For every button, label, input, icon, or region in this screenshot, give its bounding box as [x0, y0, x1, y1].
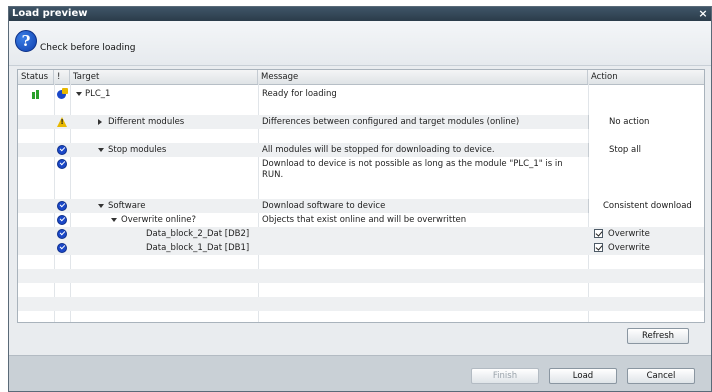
table-header: Status ! Target Message Action: [18, 70, 704, 85]
overwrite-checkbox[interactable]: [594, 229, 603, 238]
status-online-icon: [32, 89, 42, 99]
message-text: Objects that exist online and will be ov…: [262, 215, 467, 225]
table-row-overwrite-online[interactable]: Overwrite online? Objects that exist onl…: [18, 213, 704, 227]
table-row-software[interactable]: Software Download software to device Con…: [18, 199, 704, 213]
table-row-empty: [18, 185, 704, 199]
ok-check-icon: [57, 229, 67, 239]
table-row-db2[interactable]: Data_block_2_Dat [DB2] Overwrite: [18, 227, 704, 241]
table-row-stop-modules[interactable]: Stop modules All modules will be stopped…: [18, 143, 704, 157]
ok-check-icon: [57, 215, 67, 225]
table-row-run-notice[interactable]: Download to device is not possible as lo…: [18, 157, 704, 185]
dialog-footer: Finish Load Cancel: [9, 355, 711, 391]
table-row-empty: [18, 269, 704, 283]
target-label: Data_block_2_Dat [DB2]: [146, 229, 250, 239]
ok-check-icon: [57, 145, 67, 155]
warning-icon: [57, 117, 67, 127]
action-dropdown[interactable]: Consistent download: [588, 199, 704, 213]
load-preview-table: Status ! Target Message Action PLC_1 Rea…: [17, 69, 705, 323]
expand-icon[interactable]: [98, 119, 102, 125]
column-header-target[interactable]: Target: [70, 70, 258, 84]
message-text: Download to device is not possible as lo…: [262, 159, 563, 180]
table-row-db1[interactable]: Data_block_1_Dat [DB1] Overwrite: [18, 241, 704, 255]
target-label: Data_block_1_Dat [DB1]: [146, 243, 250, 253]
action-dropdown[interactable]: No action: [588, 115, 704, 129]
load-preview-dialog: Load preview × ? Check before loading St…: [8, 6, 712, 392]
table-row-empty: [18, 283, 704, 297]
column-header-status[interactable]: Status: [18, 70, 54, 84]
table-row-empty: [18, 129, 704, 143]
action-dropdown[interactable]: Stop all: [588, 143, 704, 157]
expand-collapse-icon[interactable]: [111, 218, 117, 222]
header-text: Check before loading: [40, 43, 136, 53]
action-label: Overwrite: [608, 229, 650, 239]
action-label: Overwrite: [608, 243, 650, 253]
table-row-different-modules[interactable]: Different modules Differences between co…: [18, 115, 704, 129]
target-label: Overwrite online?: [121, 215, 196, 225]
message-text: Differences between configured and targe…: [262, 117, 520, 127]
target-label: Stop modules: [108, 145, 167, 155]
refresh-button[interactable]: Refresh: [627, 328, 689, 344]
dialog-title: Load preview: [12, 8, 88, 19]
question-icon: ?: [15, 30, 37, 52]
message-text: Ready for loading: [262, 89, 337, 99]
table-row-empty: [18, 297, 704, 311]
overwrite-checkbox[interactable]: [594, 243, 603, 252]
expand-collapse-icon[interactable]: [98, 148, 104, 152]
table-row-empty: [18, 255, 704, 269]
target-label: PLC_1: [85, 89, 111, 99]
ok-check-icon: [57, 201, 67, 211]
dialog-header: ? Check before loading: [9, 21, 711, 66]
expand-collapse-icon[interactable]: [98, 204, 104, 208]
table-row-empty: [18, 101, 704, 115]
screenshot-background: Load preview × ? Check before loading St…: [0, 0, 712, 392]
target-label: Software: [108, 201, 146, 211]
table-row-plc[interactable]: PLC_1 Ready for loading: [18, 87, 704, 101]
finish-button[interactable]: Finish: [471, 368, 539, 384]
ok-check-icon: [57, 243, 67, 253]
close-button[interactable]: ×: [697, 7, 709, 21]
column-header-action[interactable]: Action: [588, 70, 704, 84]
target-label: Different modules: [108, 117, 185, 127]
message-text: All modules will be stopped for download…: [262, 145, 495, 155]
ok-check-icon: [57, 159, 67, 169]
load-button[interactable]: Load: [549, 368, 617, 384]
cancel-button[interactable]: Cancel: [627, 368, 695, 384]
column-header-flag[interactable]: !: [54, 70, 70, 84]
dialog-titlebar: Load preview ×: [9, 7, 711, 21]
expand-collapse-icon[interactable]: [76, 92, 82, 96]
plc-icon: [57, 88, 69, 100]
column-header-message[interactable]: Message: [258, 70, 588, 84]
message-text: Download software to device: [262, 201, 386, 211]
